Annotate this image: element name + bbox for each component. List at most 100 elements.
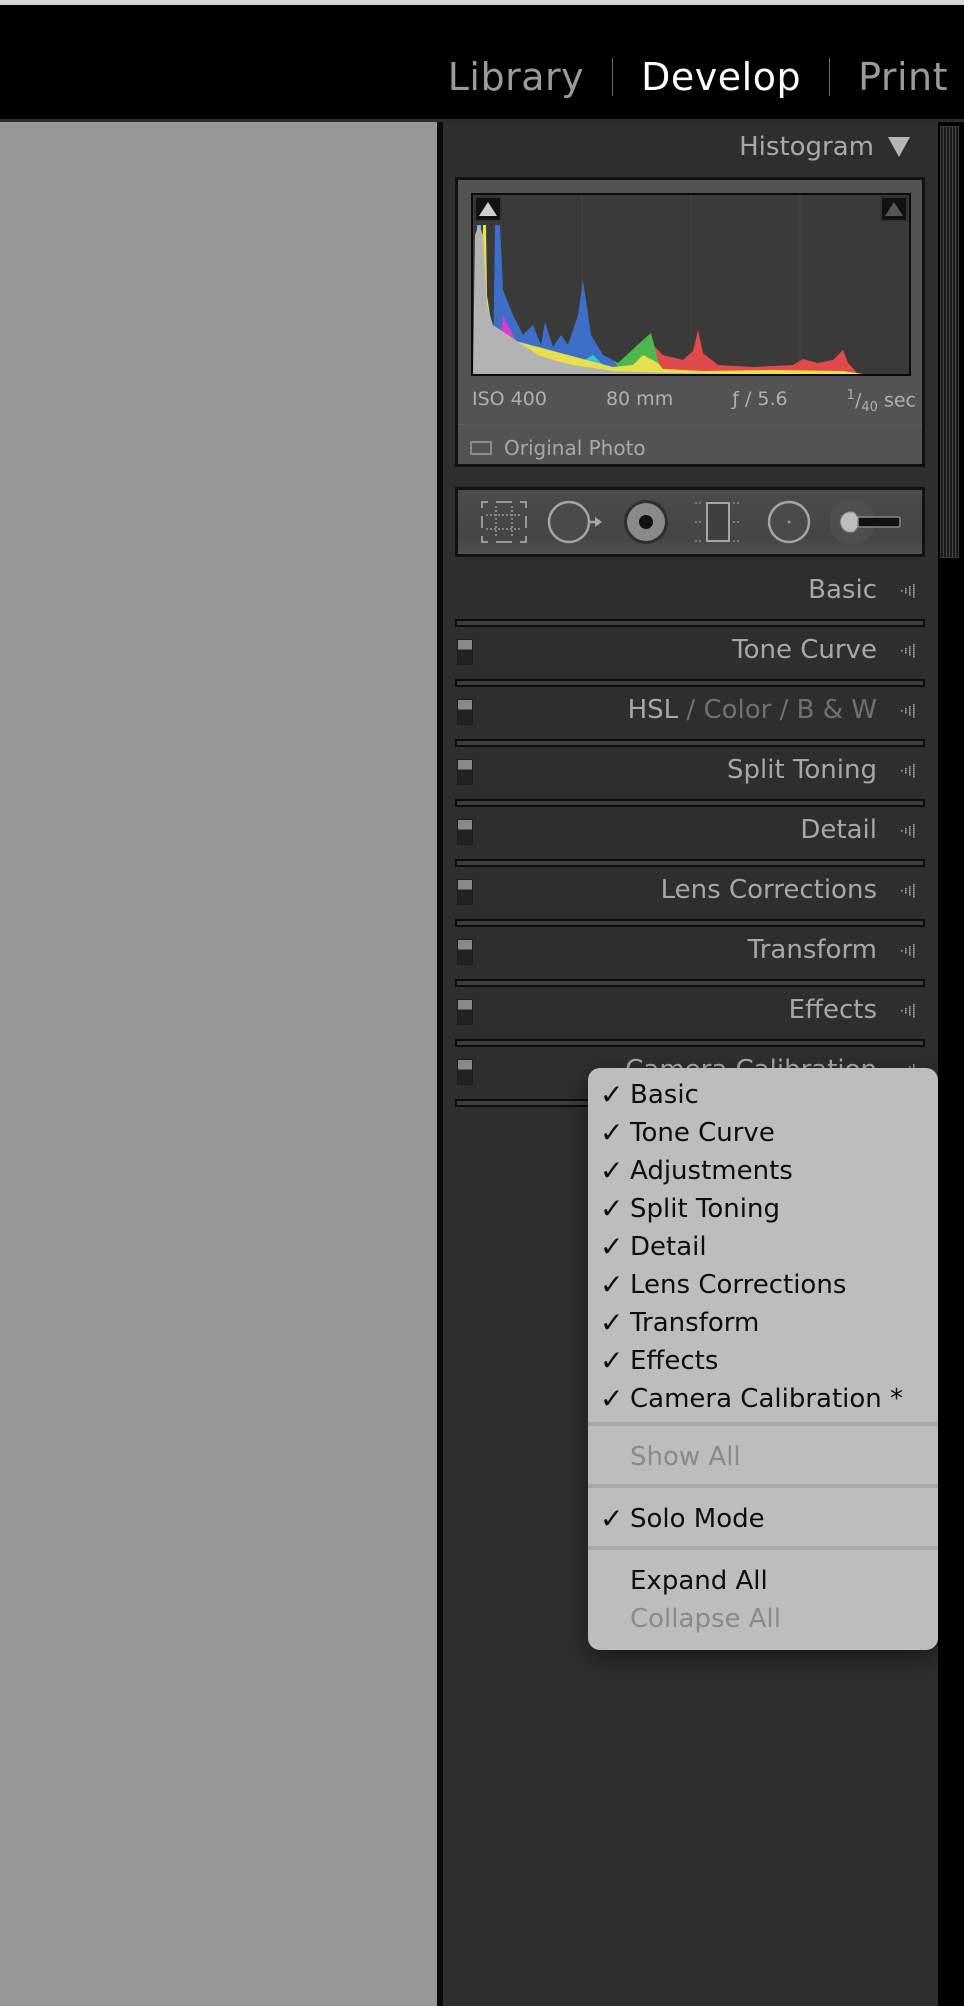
histogram-chart — [473, 195, 863, 374]
menu-item-tone-curve[interactable]: ✓ Tone Curve — [588, 1114, 938, 1152]
section-collapse-arrow-icon[interactable] — [897, 579, 919, 601]
section-toggle-switch[interactable] — [457, 1059, 473, 1085]
highlight-clipping-triangle-icon — [885, 202, 903, 216]
menu-item-camera-calibration[interactable]: ✓ Camera Calibration * — [588, 1380, 938, 1418]
section-title: HSL / Color / B & W — [628, 695, 877, 725]
section-basic[interactable]: Basic — [455, 567, 925, 627]
section-toggle-switch[interactable] — [457, 879, 473, 905]
module-picker: Library Develop Print — [448, 55, 948, 99]
section-title: Lens Corrections — [660, 875, 877, 905]
menu-item-label: Split Toning — [630, 1194, 780, 1224]
crop-overlay-tool[interactable] — [474, 497, 534, 547]
module-print[interactable]: Print — [858, 55, 948, 99]
section-toggle-switch[interactable] — [457, 819, 473, 845]
menu-item-show-all[interactable]: Show All — [588, 1438, 938, 1476]
section-divider — [455, 979, 925, 987]
section-lens-corrections[interactable]: Lens Corrections — [455, 867, 925, 927]
section-title-inactive[interactable]: Color — [703, 695, 771, 725]
section-title: Detail — [800, 815, 877, 845]
menu-item-label: Transform — [630, 1308, 760, 1338]
section-collapse-arrow-icon[interactable] — [897, 759, 919, 781]
menu-item-transform[interactable]: ✓ Transform — [588, 1304, 938, 1342]
menu-item-basic[interactable]: ✓ Basic — [588, 1076, 938, 1114]
menu-separator — [588, 1422, 938, 1426]
crop-icon — [480, 501, 527, 543]
section-tone-curve[interactable]: Tone Curve — [455, 627, 925, 687]
original-photo-toggle[interactable]: Original Photo — [470, 436, 646, 460]
radial-filter-tool[interactable] — [759, 497, 819, 547]
section-collapse-arrow-icon[interactable] — [897, 999, 919, 1021]
module-separator — [612, 58, 614, 96]
menu-item-split-toning[interactable]: ✓ Split Toning — [588, 1190, 938, 1228]
section-hsl[interactable]: HSL / Color / B & W — [455, 687, 925, 747]
section-title: Basic — [808, 575, 877, 605]
shutter-denominator: 40 — [861, 400, 878, 416]
exif-focal-length: 80 mm — [605, 388, 674, 410]
section-collapse-arrow-icon[interactable] — [897, 939, 919, 961]
section-collapse-arrow-icon[interactable] — [897, 819, 919, 841]
graduated-filter-tool[interactable] — [688, 497, 748, 547]
module-picker-bar: Library Develop Print — [0, 5, 964, 122]
menu-item-label: Detail — [630, 1232, 707, 1262]
section-toggle-switch[interactable] — [457, 699, 473, 725]
section-divider — [455, 1039, 925, 1047]
section-toggle-switch[interactable] — [457, 939, 473, 965]
menu-item-effects[interactable]: ✓ Effects — [588, 1342, 938, 1380]
menu-item-expand-all[interactable]: Expand All — [588, 1562, 938, 1600]
section-transform[interactable]: Transform — [455, 927, 925, 987]
exif-iso: ISO 400 — [472, 388, 547, 410]
collapse-triangle-icon[interactable] — [888, 137, 910, 157]
menu-item-label: Basic — [630, 1080, 699, 1110]
section-effects[interactable]: Effects — [455, 987, 925, 1047]
shadow-clipping-toggle[interactable] — [474, 196, 502, 222]
panel-scrollbar[interactable] — [940, 126, 959, 558]
menu-item-label: Effects — [630, 1346, 719, 1376]
section-divider — [455, 679, 925, 687]
checkmark-icon: ✓ — [600, 1502, 624, 1535]
section-title: Tone Curve — [732, 635, 877, 665]
adjustment-brush-tool[interactable] — [830, 497, 906, 547]
exif-aperture: ƒ / 5.6 — [732, 388, 788, 410]
histogram-header[interactable]: Histogram — [739, 132, 910, 162]
module-library[interactable]: Library — [448, 55, 584, 99]
module-develop[interactable]: Develop — [641, 55, 801, 99]
histogram-panel: ISO 400 80 mm ƒ / 5.6 1/40 sec Original … — [455, 177, 925, 467]
section-detail[interactable]: Detail — [455, 807, 925, 867]
spot-removal-icon — [547, 500, 602, 544]
section-collapse-arrow-icon[interactable] — [897, 639, 919, 661]
original-photo-checkbox[interactable] — [470, 441, 492, 455]
histogram-yellow-channel — [481, 225, 863, 374]
histogram-graph[interactable] — [471, 193, 911, 376]
section-toggle-switch[interactable] — [457, 759, 473, 785]
menu-separator — [588, 1546, 938, 1550]
menu-item-solo-mode[interactable]: ✓ Solo Mode — [588, 1500, 938, 1538]
develop-tool-strip — [455, 487, 925, 557]
section-toggle-switch[interactable] — [457, 999, 473, 1025]
section-toggle-switch[interactable] — [457, 639, 473, 665]
shutter-unit: sec — [883, 389, 916, 412]
checkmark-icon: ✓ — [600, 1192, 624, 1225]
section-collapse-arrow-icon[interactable] — [897, 879, 919, 901]
checkmark-icon: ✓ — [600, 1116, 624, 1149]
menu-item-lens-corrections[interactable]: ✓ Lens Corrections — [588, 1266, 938, 1304]
section-title-inactive[interactable]: B & W — [797, 695, 877, 725]
menu-item-detail[interactable]: ✓ Detail — [588, 1228, 938, 1266]
section-collapse-arrow-icon[interactable] — [897, 699, 919, 721]
menu-item-label: Lens Corrections — [630, 1270, 847, 1300]
red-eye-tool[interactable] — [616, 497, 676, 547]
highlight-clipping-toggle[interactable] — [880, 196, 908, 222]
section-divider — [455, 619, 925, 627]
menu-item-adjustments[interactable]: ✓ Adjustments — [588, 1152, 938, 1190]
menu-item-collapse-all[interactable]: Collapse All — [588, 1600, 938, 1638]
menu-item-label: Camera Calibration * — [630, 1384, 904, 1414]
red-eye-icon — [624, 500, 669, 544]
menu-item-label: Adjustments — [630, 1156, 793, 1186]
section-title: Effects — [788, 995, 877, 1025]
spot-removal-tool[interactable] — [545, 497, 605, 547]
section-title-active[interactable]: HSL — [628, 695, 679, 725]
original-photo-label: Original Photo — [504, 436, 646, 460]
photo-canvas[interactable] — [0, 122, 437, 2006]
section-split-toning[interactable]: Split Toning — [455, 747, 925, 807]
checkmark-icon: ✓ — [600, 1382, 624, 1415]
graduated-filter-icon — [694, 502, 741, 542]
